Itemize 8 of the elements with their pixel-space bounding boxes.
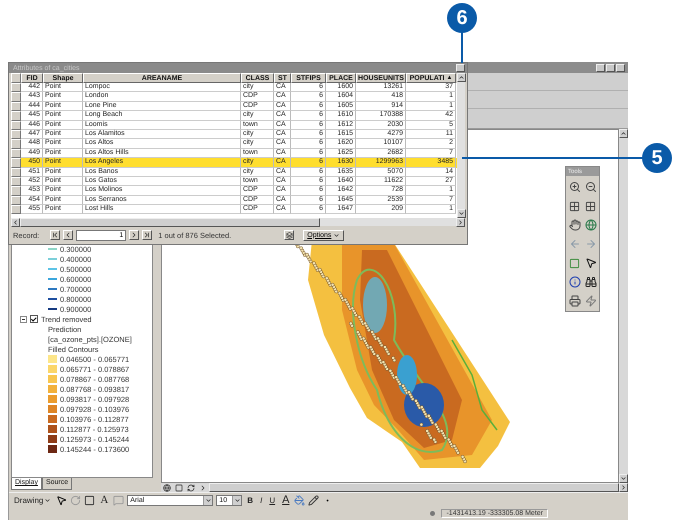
text-tool-button[interactable]: A: [98, 494, 110, 506]
underline-button[interactable]: U: [267, 494, 278, 506]
drawing-menu[interactable]: Drawing: [12, 494, 54, 506]
bold-button[interactable]: B: [245, 494, 256, 506]
step-callout: 6: [447, 3, 477, 33]
step-callout: 5: [642, 143, 672, 173]
font-color-button[interactable]: A: [280, 494, 292, 506]
italic-button[interactable]: I: [258, 494, 264, 506]
